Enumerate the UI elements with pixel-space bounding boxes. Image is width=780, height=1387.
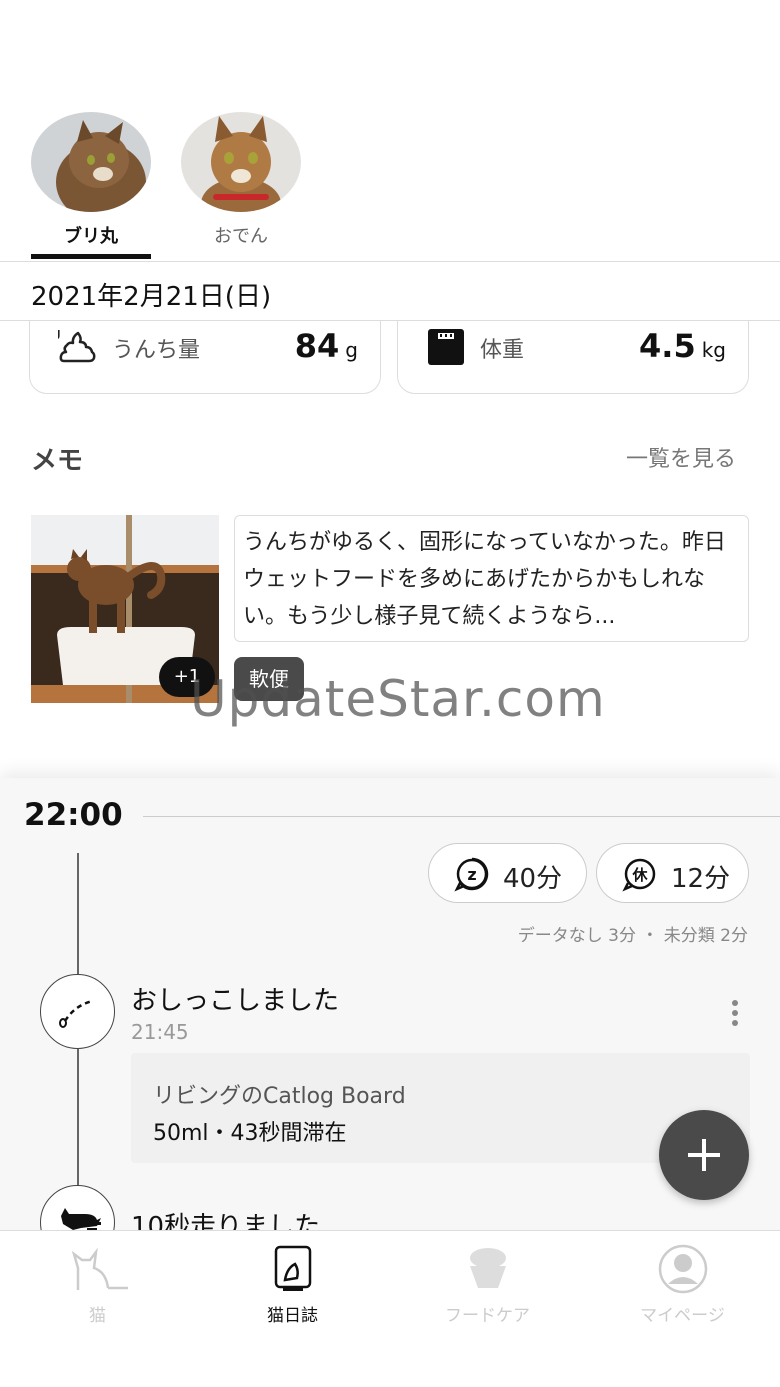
watermark: UpdateStar.com <box>190 670 606 728</box>
active-tab-indicator <box>31 254 151 259</box>
stat-label: 体重 <box>480 338 525 363</box>
pee-icon <box>40 974 115 1049</box>
rest-summary[interactable]: 休 12分 <box>596 843 749 903</box>
svg-text:g: g <box>58 327 61 340</box>
stat-value: 84 g <box>294 327 358 365</box>
poop-icon: g <box>52 326 98 367</box>
data-note: データなし 3分 ・ 未分類 2分 <box>517 926 748 946</box>
tab-my-page[interactable]: マイページ <box>585 1241 780 1326</box>
cat-tab-burimaru[interactable]: ブリ丸 <box>31 112 151 259</box>
sleep-z-icon: z <box>454 856 490 892</box>
timeline-hour: 22:00 <box>24 797 123 833</box>
rest-icon: 休 <box>622 856 658 892</box>
food-bowl-icon <box>390 1241 585 1297</box>
bottom-tab-bar: 猫 猫日誌 フードケア マイページ <box>0 1230 780 1387</box>
memo-section-title: メモ <box>31 446 84 476</box>
journal-icon <box>195 1241 390 1297</box>
svg-text:休: 休 <box>631 866 648 884</box>
tab-label: マイページ <box>640 1306 725 1326</box>
event-title[interactable]: おしっこしました <box>131 980 339 1017</box>
tab-food-care[interactable]: フードケア <box>390 1241 585 1326</box>
add-record-button[interactable] <box>659 1110 749 1200</box>
svg-text:z: z <box>467 865 476 884</box>
date-bar[interactable]: 2021年2月21日(日) <box>0 262 780 321</box>
cat-avatar <box>31 112 151 212</box>
memo-view-all-link[interactable]: 一覧を見る <box>626 441 736 473</box>
memo-text[interactable]: うんちがゆるく、固形になっていなかった。昨日ウェットフードを多めにあげたからかも… <box>234 515 749 642</box>
date-label: 2021年2月21日(日) <box>31 282 272 312</box>
event-location: リビングのCatlog Board <box>153 1084 406 1109</box>
event-detail-card[interactable]: リビングのCatlog Board 50ml・43秒間滞在 <box>131 1053 750 1163</box>
hour-divider <box>143 816 780 817</box>
cat-selector: ブリ丸 おでん <box>0 112 780 262</box>
cat-avatar <box>181 112 301 212</box>
cat-tab-oden[interactable]: おでん <box>181 112 301 248</box>
profile-icon <box>585 1241 780 1297</box>
plus-icon <box>688 1139 720 1171</box>
event-detail: 50ml・43秒間滞在 <box>153 1121 347 1146</box>
rest-value: 12分 <box>671 864 731 894</box>
stat-value: 4.5 kg <box>639 327 726 365</box>
tab-cat[interactable]: 猫 <box>0 1241 195 1326</box>
timeline-line <box>77 1049 79 1186</box>
scale-icon <box>426 327 466 367</box>
cat-icon <box>0 1241 195 1297</box>
timeline-line <box>77 853 79 975</box>
event-time: 21:45 <box>131 1020 189 1044</box>
sleep-value: 40分 <box>503 864 563 894</box>
tab-label: フードケア <box>445 1306 530 1326</box>
tab-journal[interactable]: 猫日誌 <box>195 1241 390 1326</box>
more-options-icon[interactable] <box>725 995 745 1031</box>
tab-label: 猫日誌 <box>267 1306 318 1326</box>
sleep-summary[interactable]: z 40分 <box>428 843 587 903</box>
stat-label: うんち量 <box>112 338 201 363</box>
cat-name: おでん <box>214 226 268 247</box>
tab-label: 猫 <box>89 1306 106 1326</box>
cat-name: ブリ丸 <box>64 226 118 247</box>
